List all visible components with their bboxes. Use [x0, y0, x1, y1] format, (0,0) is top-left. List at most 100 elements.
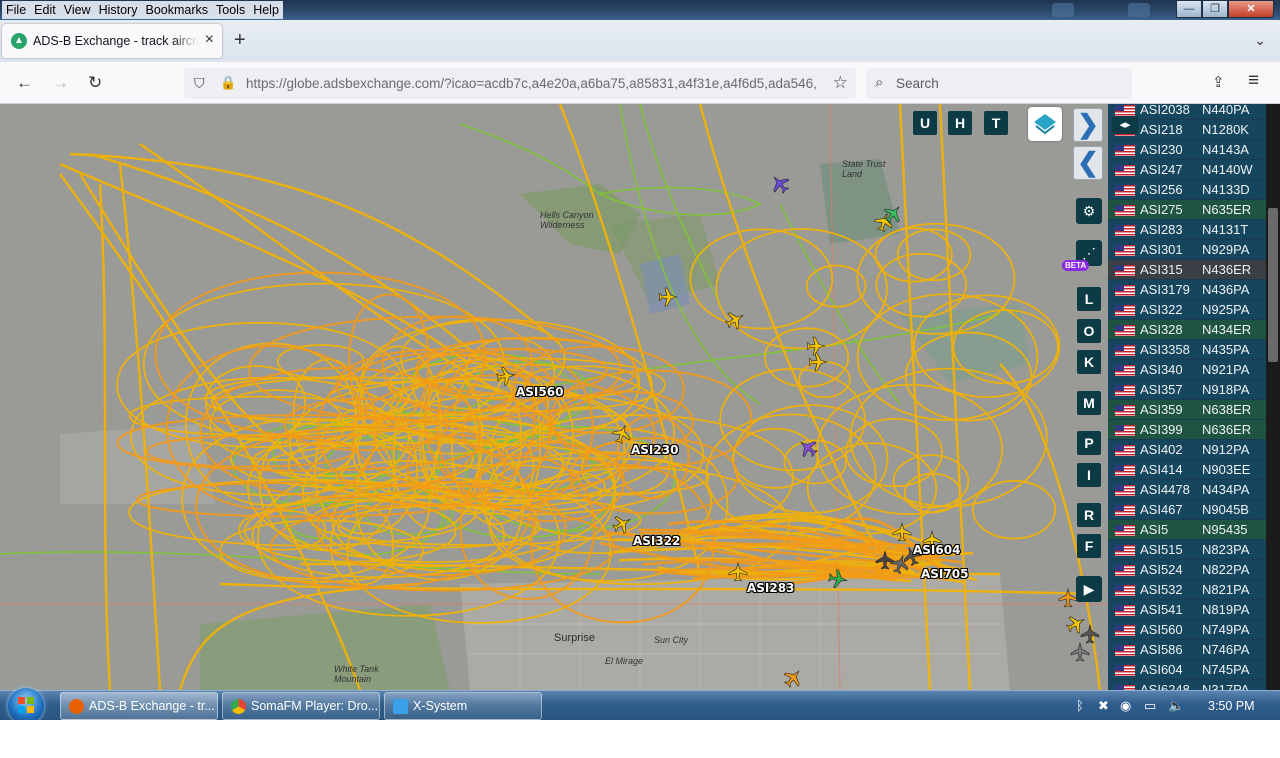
taskbar-item-firefox[interactable]: ADS-B Exchange - tr...: [60, 692, 218, 720]
app-menu-icon[interactable]: ≡: [1248, 71, 1259, 91]
table-row[interactable]: ASI399 N636ER: [1108, 420, 1266, 440]
table-row[interactable]: ASI414 N903EE: [1108, 460, 1266, 480]
callsign-cell: ASI541: [1140, 602, 1183, 617]
aircraft-label[interactable]: ASI283: [747, 581, 794, 595]
table-row[interactable]: ASI315 N436ER: [1108, 260, 1266, 280]
table-row[interactable]: ASI586 N746PA: [1108, 640, 1266, 660]
table-row[interactable]: ASI322 N925PA: [1108, 300, 1266, 320]
menu-view[interactable]: View: [59, 1, 95, 19]
aircraft-label[interactable]: ASI560: [516, 385, 563, 399]
menu-file[interactable]: File: [2, 1, 31, 19]
table-row[interactable]: ASI301 N929PA: [1108, 240, 1266, 260]
map-layers-button[interactable]: [1028, 107, 1062, 141]
table-row[interactable]: ASI230 N4143A: [1108, 140, 1266, 160]
table-row[interactable]: ASI541 N819PA: [1108, 600, 1266, 620]
bluetooth-icon[interactable]: ᛒ: [1076, 698, 1084, 713]
taskbar-item-chrome[interactable]: SomaFM Player: Dro...: [222, 692, 380, 720]
toggle-h-button[interactable]: H: [948, 111, 972, 135]
table-row[interactable]: ASI524 N822PA: [1108, 560, 1266, 580]
back-button[interactable]: ←: [16, 73, 33, 93]
tab-close-icon[interactable]: ×: [205, 31, 214, 49]
table-scrollbar[interactable]: [1266, 104, 1280, 690]
table-row[interactable]: ASI3358 N435PA: [1108, 340, 1266, 360]
registration-cell: N435PA: [1202, 342, 1250, 357]
registration-cell: N636ER: [1202, 422, 1252, 437]
menu-history[interactable]: History: [94, 1, 142, 19]
toggle-u-button[interactable]: U: [913, 111, 937, 135]
replay-play-icon[interactable]: ▶: [1076, 576, 1102, 602]
table-row[interactable]: ASI467 N9045B: [1108, 500, 1266, 520]
desktop-bottom-area: [0, 720, 1280, 758]
table-row[interactable]: ASI283 N4131T: [1108, 220, 1266, 240]
table-row[interactable]: ASI340 N921PA: [1108, 360, 1266, 380]
url-bar[interactable]: ⛉ 🔒 https://globe.adsbexchange.com/?icao…: [184, 68, 856, 99]
table-row[interactable]: ASI5 N95435: [1108, 520, 1266, 540]
maximize-button[interactable]: ❐: [1202, 0, 1228, 18]
steam-icon[interactable]: ◉: [1120, 698, 1131, 714]
toggle-r-button[interactable]: R: [1077, 503, 1101, 527]
table-row[interactable]: ASI4478 N434PA: [1108, 480, 1266, 500]
aircraft-label[interactable]: ASI322: [633, 534, 680, 548]
expand-panel-button[interactable]: ❯: [1073, 108, 1103, 142]
network-icon[interactable]: ✖: [1098, 698, 1109, 714]
table-row[interactable]: ASI560 N749PA: [1108, 620, 1266, 640]
place-surprise: Surprise: [554, 632, 595, 644]
bookmark-star-icon[interactable]: ☆: [833, 73, 848, 93]
extensions-icon[interactable]: ⇪: [1212, 73, 1225, 93]
toggle-t-button[interactable]: T: [984, 111, 1008, 135]
reload-button[interactable]: ↻: [88, 73, 102, 93]
table-row[interactable]: ASI359 N638ER: [1108, 400, 1266, 420]
taskbar-item-xsystem[interactable]: X-System: [384, 692, 542, 720]
search-input[interactable]: [896, 76, 1116, 91]
table-row[interactable]: ASI402 N912PA: [1108, 440, 1266, 460]
toggle-o-button[interactable]: O: [1077, 319, 1101, 343]
table-row[interactable]: ASI6248 N317PA: [1108, 680, 1266, 690]
tracking-protection-icon[interactable]: ⛉: [194, 75, 205, 92]
menu-bookmarks[interactable]: Bookmarks: [141, 1, 213, 19]
table-row[interactable]: ASI532 N821PA: [1108, 580, 1266, 600]
volume-icon[interactable]: 🔈: [1168, 698, 1184, 714]
minimize-button[interactable]: —: [1176, 0, 1202, 18]
toggle-f-button[interactable]: F: [1077, 534, 1101, 558]
us-flag-icon: [1115, 205, 1135, 216]
table-scrollbar-thumb[interactable]: [1268, 208, 1278, 362]
list-all-tabs-icon[interactable]: ⌄: [1254, 32, 1266, 49]
search-bar[interactable]: ⌕: [866, 68, 1132, 99]
chrome-icon: [231, 699, 246, 714]
map-canvas[interactable]: Hells Canyon Wilderness State Trust Land…: [0, 104, 1108, 690]
table-row[interactable]: ASI256 N4133D: [1108, 180, 1266, 200]
callsign-cell: ASI4478: [1140, 482, 1190, 497]
taskbar-clock[interactable]: 3:50 PM: [1208, 699, 1255, 713]
toggle-l-button[interactable]: L: [1077, 287, 1101, 311]
table-row[interactable]: ASI604 N745PA: [1108, 660, 1266, 680]
table-row[interactable]: ASI3179 N436PA: [1108, 280, 1266, 300]
start-button[interactable]: [8, 688, 44, 724]
us-flag-icon: [1115, 565, 1135, 576]
table-row[interactable]: ASI515 N823PA: [1108, 540, 1266, 560]
new-tab-button[interactable]: +: [234, 29, 246, 51]
table-row[interactable]: ASI247 N4140W: [1108, 160, 1266, 180]
forward-button[interactable]: →: [52, 73, 69, 93]
tab-adsb-exchange[interactable]: ▲ ADS-B Exchange - track aircraft ×: [2, 24, 222, 58]
toggle-p-button[interactable]: P: [1077, 431, 1101, 455]
menu-help[interactable]: Help: [249, 1, 283, 19]
callsign-cell: ASI399: [1140, 422, 1183, 437]
table-row[interactable]: ASI328 N434ER: [1108, 320, 1266, 340]
aircraft-label[interactable]: ASI705: [921, 567, 968, 581]
toggle-m-button[interactable]: M: [1077, 391, 1101, 415]
toggle-i-button[interactable]: I: [1077, 463, 1101, 487]
menu-tools[interactable]: Tools: [212, 1, 250, 19]
toggle-k-button[interactable]: K: [1077, 350, 1101, 374]
aircraft-label[interactable]: ASI604: [913, 543, 960, 557]
lock-icon[interactable]: 🔒: [220, 75, 236, 91]
menu-edit[interactable]: Edit: [30, 1, 60, 19]
settings-gear-icon[interactable]: ⚙: [1076, 198, 1102, 224]
column-toggle-icon[interactable]: ◂▸: [1112, 116, 1138, 134]
collapse-panel-button[interactable]: ❮: [1073, 146, 1103, 180]
display-icon[interactable]: ▭: [1144, 698, 1156, 714]
table-row[interactable]: ASI357 N918PA: [1108, 380, 1266, 400]
close-window-button[interactable]: ✕: [1228, 0, 1274, 18]
url-text[interactable]: https://globe.adsbexchange.com/?icao=acd…: [246, 76, 821, 91]
table-row[interactable]: ASI275 N635ER: [1108, 200, 1266, 220]
aircraft-label[interactable]: ASI230: [631, 443, 678, 457]
